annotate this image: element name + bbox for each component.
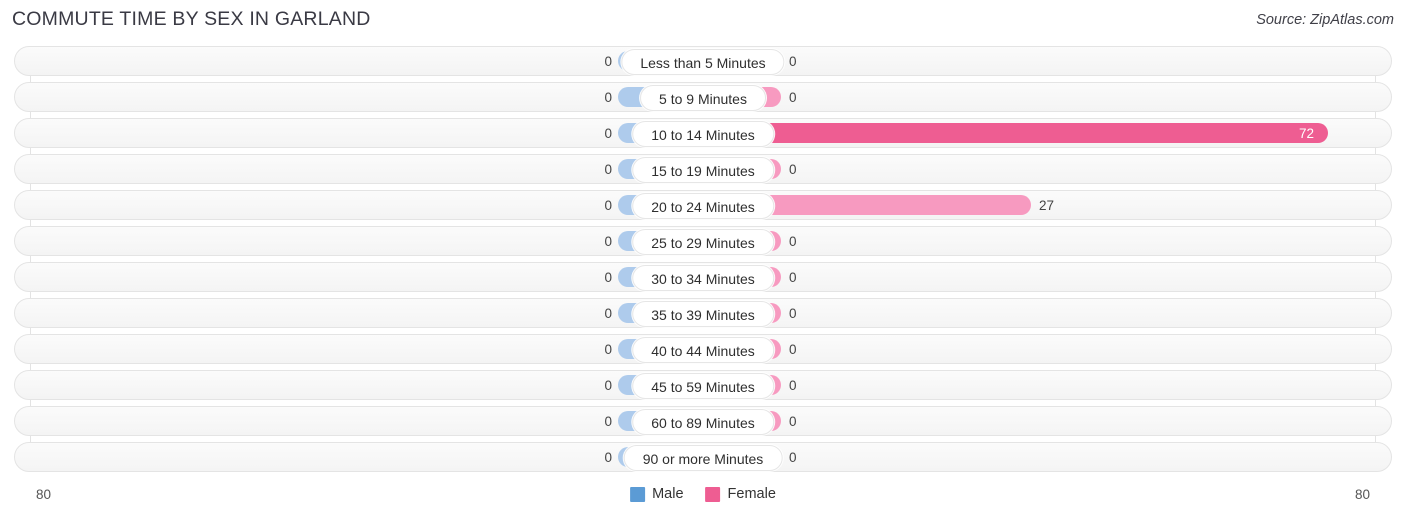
- value-label-male: 0: [604, 162, 612, 177]
- value-label-male: 0: [604, 450, 612, 465]
- legend-label-male: Male: [652, 486, 684, 502]
- value-label-male: 0: [604, 198, 612, 213]
- axis-label-left: 80: [36, 487, 52, 502]
- value-label-female: 0: [789, 450, 797, 465]
- value-label-male: 0: [604, 342, 612, 357]
- value-label-female: 0: [789, 378, 797, 393]
- table-row: 0 0 90 or more Minutes: [14, 442, 1392, 472]
- value-label-male: 0: [604, 378, 612, 393]
- table-row: 0 27 20 to 24 Minutes: [14, 190, 1392, 220]
- table-row: 0 72 10 to 14 Minutes: [14, 118, 1392, 148]
- category-label-pill: 25 to 29 Minutes: [632, 229, 774, 255]
- table-row: 0 0 5 to 9 Minutes: [14, 82, 1392, 112]
- legend-swatch-male-icon: [630, 486, 646, 502]
- page-title: COMMUTE TIME BY SEX IN GARLAND: [12, 8, 371, 30]
- value-label-male: 0: [604, 90, 612, 105]
- table-row: 0 0 Less than 5 Minutes: [14, 46, 1392, 76]
- table-row: 0 0 60 to 89 Minutes: [14, 406, 1392, 436]
- value-label-female: 0: [789, 306, 797, 321]
- bar-row-list: 0 0 Less than 5 Minutes 0 0 5 to 9 Minutes 0 72…: [0, 46, 1406, 478]
- value-label-female: 0: [789, 90, 797, 105]
- table-row: 0 0 25 to 29 Minutes: [14, 226, 1392, 256]
- value-label-female: 72: [1298, 126, 1314, 141]
- value-label-female: 0: [789, 162, 797, 177]
- legend-item-male[interactable]: Male: [630, 486, 684, 502]
- bar-female: [703, 123, 1328, 143]
- value-label-female: 0: [789, 414, 797, 429]
- value-label-female: 27: [1039, 198, 1055, 213]
- category-label-pill: 45 to 59 Minutes: [632, 373, 774, 399]
- value-label-female: 0: [789, 54, 797, 69]
- category-label-pill: 40 to 44 Minutes: [632, 337, 774, 363]
- legend-label-female: Female: [727, 486, 776, 502]
- category-label-pill: 60 to 89 Minutes: [632, 409, 774, 435]
- legend-swatch-female-icon: [705, 486, 721, 502]
- table-row: 0 0 45 to 59 Minutes: [14, 370, 1392, 400]
- legend: Male Female: [630, 486, 776, 502]
- plot-area: 0 0 Less than 5 Minutes 0 0 5 to 9 Minutes 0 72…: [0, 46, 1406, 482]
- category-label-pill: 20 to 24 Minutes: [632, 193, 774, 219]
- value-label-male: 0: [604, 414, 612, 429]
- category-label-pill: 90 or more Minutes: [623, 445, 783, 471]
- table-row: 0 0 35 to 39 Minutes: [14, 298, 1392, 328]
- value-label-male: 0: [604, 270, 612, 285]
- value-label-male: 0: [604, 306, 612, 321]
- chart-page: COMMUTE TIME BY SEX IN GARLAND Source: Z…: [0, 0, 1406, 523]
- value-label-male: 0: [604, 54, 612, 69]
- chart-header: COMMUTE TIME BY SEX IN GARLAND Source: Z…: [0, 0, 1406, 42]
- value-label-female: 0: [789, 270, 797, 285]
- category-label-pill: 30 to 34 Minutes: [632, 265, 774, 291]
- value-label-female: 0: [789, 342, 797, 357]
- source-attribution: Source: ZipAtlas.com: [1256, 12, 1394, 28]
- table-row: 0 0 15 to 19 Minutes: [14, 154, 1392, 184]
- table-row: 0 0 40 to 44 Minutes: [14, 334, 1392, 364]
- axis-label-right: 80: [1354, 487, 1370, 502]
- value-label-female: 0: [789, 234, 797, 249]
- category-label-pill: Less than 5 Minutes: [621, 49, 785, 75]
- table-row: 0 0 30 to 34 Minutes: [14, 262, 1392, 292]
- chart-footer: 80 80 Male Female: [0, 482, 1406, 516]
- legend-item-female[interactable]: Female: [705, 486, 776, 502]
- category-label-pill: 35 to 39 Minutes: [632, 301, 774, 327]
- category-label-pill: 10 to 14 Minutes: [632, 121, 774, 147]
- value-label-male: 0: [604, 234, 612, 249]
- value-label-male: 0: [604, 126, 612, 141]
- category-label-pill: 15 to 19 Minutes: [632, 157, 774, 183]
- category-label-pill: 5 to 9 Minutes: [640, 85, 766, 111]
